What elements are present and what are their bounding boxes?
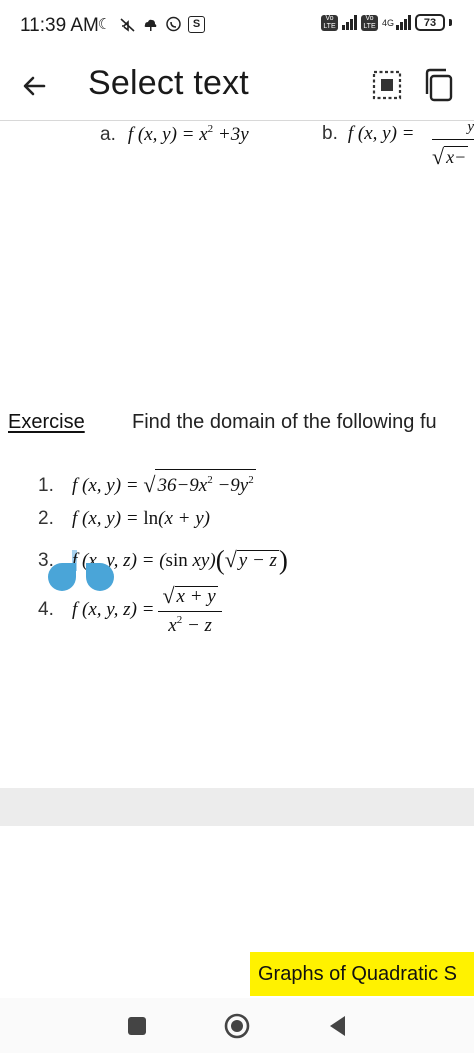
page-separator (0, 788, 474, 826)
network-type: 4G (381, 17, 394, 28)
page-title: Select text (88, 64, 249, 102)
battery-tip (449, 19, 452, 26)
exercise-text[interactable]: Find the domain of the following fu (132, 411, 437, 434)
status-time: 11:39 AM (20, 15, 99, 36)
document-view[interactable]: a. f (x, y) = x2 +3y b. f (x, y) = y √ x− E… (0, 121, 474, 786)
status-icons-left: ☾ S (96, 16, 205, 33)
exercise-item-4[interactable]: 4. f (x, y, z) = √ x + y x2 − z (38, 583, 222, 637)
volte-icon: Vo LTE (320, 14, 338, 31)
signal-bars-icon (341, 15, 357, 30)
moon-icon: ☾ (97, 16, 112, 33)
navigation-bar (0, 998, 474, 1053)
exercise-item-1[interactable]: 1. f (x, y) = √ 36−9x2 −9y2 (38, 469, 256, 498)
highlighted-heading[interactable]: Graphs of Quadratic S (250, 952, 474, 996)
copy-icon (425, 68, 453, 102)
formula-b[interactable]: b. f (x, y) = (322, 123, 414, 145)
copy-button[interactable] (420, 66, 458, 104)
battery-icon: 73 (415, 14, 445, 31)
back-nav-button[interactable] (322, 1010, 354, 1042)
back-arrow-icon (23, 76, 46, 96)
exercise-item-2[interactable]: 2. f (x, y) = ln(x + y) (38, 508, 210, 530)
viber-icon (165, 16, 182, 33)
recents-button[interactable] (121, 1010, 153, 1042)
select-all-icon (372, 70, 402, 100)
mute-icon (119, 16, 136, 33)
home-button[interactable] (221, 1010, 253, 1042)
exercise-item-4-fraction: √ x + y x2 − z (158, 583, 222, 637)
home-icon (224, 1013, 250, 1039)
volte-icon-2: Vo LTE (360, 14, 378, 31)
cloud-icon (142, 16, 159, 33)
s-app-icon: S (188, 16, 205, 33)
select-all-button[interactable] (368, 66, 406, 104)
signal-bars-icon-2 (396, 15, 411, 30)
recents-icon (128, 1017, 146, 1035)
formula-b-fraction[interactable]: y √ x− (432, 121, 474, 170)
status-bar: 11:39 AM ☾ S Vo LTE Vo LTE 4G 73 (0, 0, 474, 52)
next-page-area[interactable]: Graphs of Quadratic S (0, 826, 474, 998)
formula-a[interactable]: a. f (x, y) = x2 +3y (100, 123, 249, 146)
back-button[interactable] (14, 64, 58, 108)
exercise-title[interactable]: Exercise (8, 411, 85, 434)
app-bar: Select text (0, 52, 474, 120)
triangle-back-icon (330, 1016, 345, 1036)
status-icons-right: Vo LTE Vo LTE 4G 73 (320, 14, 452, 31)
